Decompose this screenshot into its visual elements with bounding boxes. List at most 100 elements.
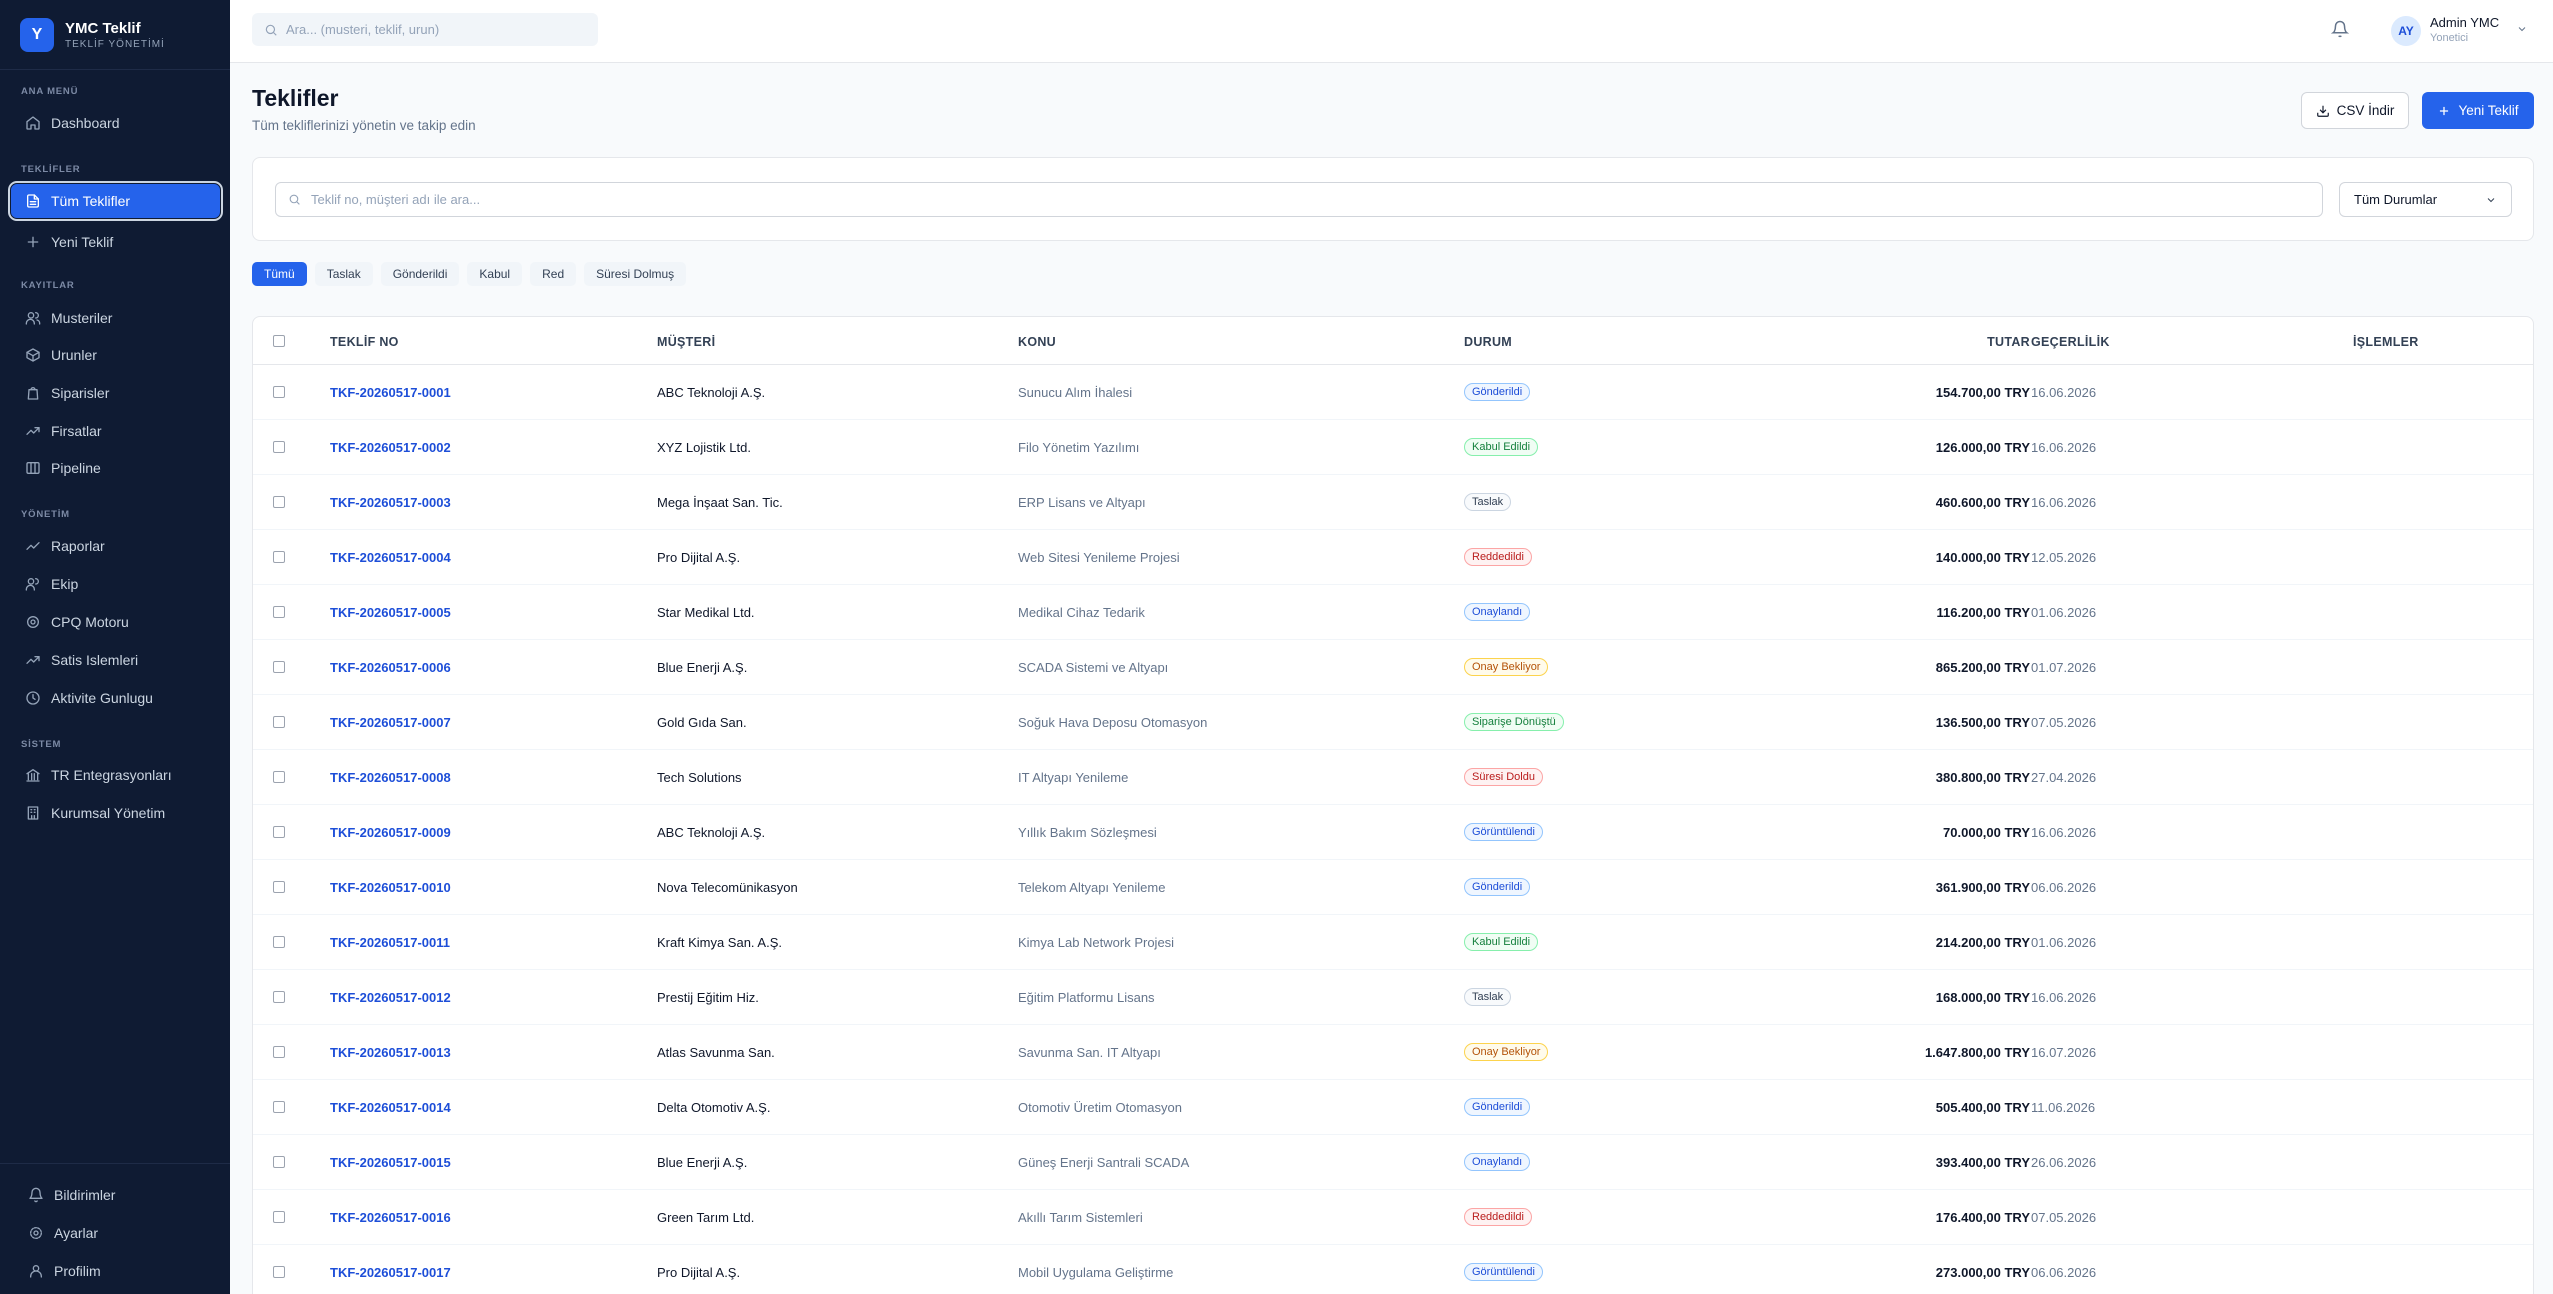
offer-number-link[interactable]: TKF-20260517-0005: [330, 605, 451, 620]
table-row[interactable]: TKF-20260517-0016 Green Tarım Ltd. Akıllı …: [253, 1190, 2533, 1245]
sidebar-item-label: Kurumsal Yönetim: [51, 805, 166, 821]
sidebar-item-kurumsal-yonetim[interactable]: Kurumsal Yönetim: [11, 796, 220, 830]
status-select[interactable]: Tüm Durumlar: [2339, 182, 2512, 217]
sidebar-item-tum-teklifler[interactable]: Tüm Teklifler: [8, 181, 223, 221]
tab-suresi-dolmus[interactable]: Süresi Dolmuş: [584, 262, 687, 286]
row-checkbox[interactable]: [273, 441, 285, 453]
table-row[interactable]: TKF-20260517-0015 Blue Enerji A.Ş. Güneş E…: [253, 1135, 2533, 1190]
header-status[interactable]: DURUM: [1464, 335, 1512, 349]
sidebar-item-aktivite-gunlugu[interactable]: Aktivite Gunlugu: [11, 681, 220, 715]
row-checkbox[interactable]: [273, 881, 285, 893]
table-row[interactable]: TKF-20260517-0001 ABC Teknoloji A.Ş. Sunuc…: [253, 365, 2533, 420]
sidebar-item-urunler[interactable]: Urunler: [11, 338, 220, 372]
tab-red[interactable]: Red: [530, 262, 577, 286]
new-offer-button[interactable]: Yeni Teklif: [2422, 92, 2534, 129]
row-checkbox[interactable]: [273, 1101, 285, 1113]
offer-validity-date: 12.05.2026: [2031, 550, 2097, 565]
row-checkbox[interactable]: [273, 936, 285, 948]
customer-name: Pro Dijital A.Ş.: [657, 550, 741, 565]
chevron-down-icon[interactable]: [2516, 22, 2528, 34]
avatar[interactable]: AY: [2391, 16, 2421, 46]
offer-number-link[interactable]: TKF-20260517-0013: [330, 1045, 451, 1060]
select-all-checkbox[interactable]: [273, 335, 285, 347]
header-offer-no[interactable]: TEKLİF NO: [330, 335, 399, 349]
global-search[interactable]: [252, 13, 598, 46]
sidebar-item-profilim[interactable]: Profilim: [14, 1254, 223, 1288]
row-checkbox[interactable]: [273, 1156, 285, 1168]
table-row[interactable]: TKF-20260517-0007 Gold Gıda San. Soğuk Hav…: [253, 695, 2533, 750]
offer-number-link[interactable]: TKF-20260517-0011: [330, 935, 450, 950]
sidebar-item-tr-entegrasyonlari[interactable]: TR Entegrasyonları: [11, 758, 220, 792]
table-row[interactable]: TKF-20260517-0005 Star Medikal Ltd. Medika…: [253, 585, 2533, 640]
offer-number-link[interactable]: TKF-20260517-0015: [330, 1155, 451, 1170]
sidebar-item-dashboard[interactable]: Dashboard: [11, 106, 220, 140]
bell-icon[interactable]: [2330, 20, 2350, 38]
tab-tumu[interactable]: Tümü: [252, 262, 307, 286]
header-amount[interactable]: TUTAR: [1987, 335, 2030, 349]
offer-number-link[interactable]: TKF-20260517-0006: [330, 660, 451, 675]
sidebar-item-pipeline[interactable]: Pipeline: [11, 451, 220, 485]
row-checkbox[interactable]: [273, 1046, 285, 1058]
offer-number-link[interactable]: TKF-20260517-0010: [330, 880, 451, 895]
row-checkbox[interactable]: [273, 386, 285, 398]
table-row[interactable]: TKF-20260517-0011 Kraft Kimya San. A.Ş. Ki…: [253, 915, 2533, 970]
offer-number-link[interactable]: TKF-20260517-0017: [330, 1265, 451, 1280]
header-subject[interactable]: KONU: [1018, 335, 1056, 349]
row-checkbox[interactable]: [273, 716, 285, 728]
sidebar-item-ayarlar[interactable]: Ayarlar: [14, 1216, 223, 1250]
sidebar-item-musteriler[interactable]: Musteriler: [11, 301, 220, 335]
sidebar-item-siparisler[interactable]: Siparisler: [11, 376, 220, 410]
row-checkbox[interactable]: [273, 771, 285, 783]
row-checkbox[interactable]: [273, 991, 285, 1003]
offer-number-link[interactable]: TKF-20260517-0008: [330, 770, 451, 785]
row-checkbox[interactable]: [273, 1211, 285, 1223]
user-name[interactable]: Admin YMC: [2430, 15, 2499, 30]
sidebar-item-ekip[interactable]: Ekip: [11, 567, 220, 601]
customer-name: Pro Dijital A.Ş.: [657, 1265, 741, 1280]
offer-number-link[interactable]: TKF-20260517-0009: [330, 825, 451, 840]
sidebar-item-raporlar[interactable]: Raporlar: [11, 529, 220, 563]
table-row[interactable]: TKF-20260517-0003 Mega İnşaat San. Tic. ER…: [253, 475, 2533, 530]
table-row[interactable]: TKF-20260517-0002 XYZ Lojistik Ltd. Filo Y…: [253, 420, 2533, 475]
offer-number-link[interactable]: TKF-20260517-0007: [330, 715, 451, 730]
sidebar-item-yeni-teklif[interactable]: Yeni Teklif: [11, 225, 220, 259]
row-checkbox[interactable]: [273, 551, 285, 563]
brand[interactable]: Y YMC Teklif TEKLİF YÖNETİMİ: [0, 0, 230, 70]
table-row[interactable]: TKF-20260517-0012 Prestij Eğitim Hiz. Eğit…: [253, 970, 2533, 1025]
row-checkbox[interactable]: [273, 496, 285, 508]
table-row[interactable]: TKF-20260517-0009 ABC Teknoloji A.Ş. Yıllı…: [253, 805, 2533, 860]
table-row[interactable]: TKF-20260517-0010 Nova Telecomünikasyon Te…: [253, 860, 2533, 915]
sidebar-item-label: Yeni Teklif: [51, 234, 114, 250]
header-validity[interactable]: GEÇERLİLİK: [2031, 335, 2110, 349]
offer-number-link[interactable]: TKF-20260517-0012: [330, 990, 451, 1005]
offer-number-link[interactable]: TKF-20260517-0004: [330, 550, 451, 565]
table-row[interactable]: TKF-20260517-0004 Pro Dijital A.Ş. Web Sit…: [253, 530, 2533, 585]
table-row[interactable]: TKF-20260517-0013 Atlas Savunma San. Savun…: [253, 1025, 2533, 1080]
tab-taslak[interactable]: Taslak: [314, 262, 373, 286]
offer-search[interactable]: [275, 182, 2323, 217]
offer-number-link[interactable]: TKF-20260517-0002: [330, 440, 451, 455]
offer-search-input[interactable]: [311, 192, 2301, 207]
sidebar-item-firsatlar[interactable]: Firsatlar: [11, 414, 220, 448]
global-search-input[interactable]: [286, 22, 586, 37]
tab-gonderildi[interactable]: Gönderildi: [380, 262, 460, 286]
table-row[interactable]: TKF-20260517-0008 Tech Solutions IT Altyap…: [253, 750, 2533, 805]
offer-number-link[interactable]: TKF-20260517-0014: [330, 1100, 451, 1115]
offer-number-link[interactable]: TKF-20260517-0003: [330, 495, 451, 510]
row-checkbox[interactable]: [273, 661, 285, 673]
row-checkbox[interactable]: [273, 826, 285, 838]
sidebar-item-label: Siparisler: [51, 385, 110, 401]
table-row[interactable]: TKF-20260517-0006 Blue Enerji A.Ş. SCADA S…: [253, 640, 2533, 695]
offer-number-link[interactable]: TKF-20260517-0001: [330, 385, 451, 400]
header-customer[interactable]: MÜŞTERİ: [657, 335, 715, 349]
table-row[interactable]: TKF-20260517-0014 Delta Otomotiv A.Ş. Otom…: [253, 1080, 2533, 1135]
row-checkbox[interactable]: [273, 1266, 285, 1278]
table-row[interactable]: TKF-20260517-0017 Pro Dijital A.Ş. Mobil U…: [253, 1245, 2533, 1294]
sidebar-item-bildirimler[interactable]: Bildirimler: [14, 1178, 223, 1212]
offer-number-link[interactable]: TKF-20260517-0016: [330, 1210, 451, 1225]
tab-kabul[interactable]: Kabul: [467, 262, 523, 286]
sidebar-item-satis-islemleri[interactable]: Satis Islemleri: [11, 643, 220, 677]
sidebar-item-cpq-motoru[interactable]: CPQ Motoru: [11, 605, 220, 639]
csv-download-button[interactable]: CSV İndir: [2301, 92, 2409, 129]
row-checkbox[interactable]: [273, 606, 285, 618]
